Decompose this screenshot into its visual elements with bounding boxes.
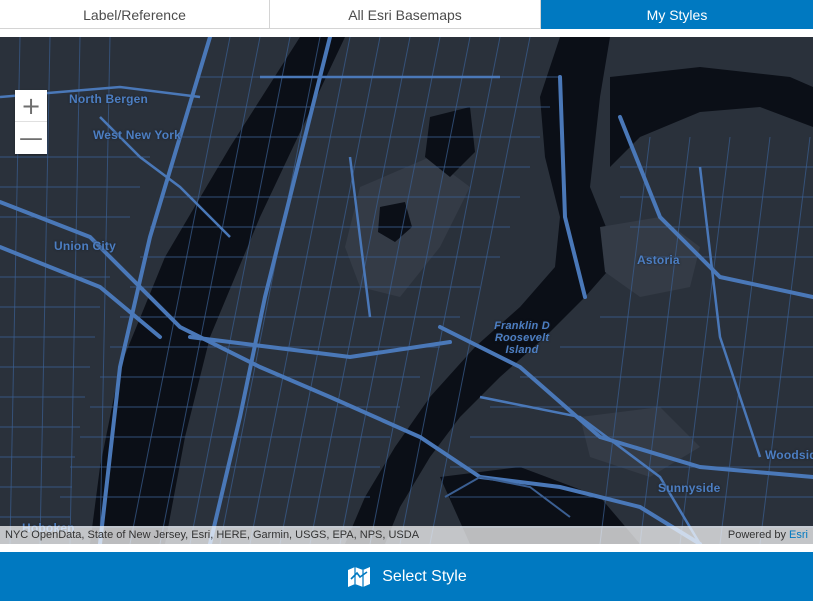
tab-label-reference[interactable]: Label/Reference [0,0,270,29]
tab-all-esri-basemaps[interactable]: All Esri Basemaps [270,0,541,29]
zoom-out-button[interactable]: — [15,122,47,154]
label-roosevelt-line-2: Roosevelt [494,332,550,344]
label-roosevelt-line-1: Franklin D [494,320,550,332]
select-style-button[interactable]: Select Style [0,552,813,601]
label-west-new-york: West New York [93,128,181,142]
label-sunnyside: Sunnyside [658,481,721,495]
powered-by-text: Powered by [727,529,786,541]
label-union-city: Union City [54,239,116,253]
select-style-label: Select Style [382,567,467,585]
label-roosevelt-line-3: Island [505,344,539,356]
zoom-in-button[interactable]: + [15,90,47,122]
zoom-control: + — [15,90,47,154]
label-woodside: Woodsid [765,448,813,462]
attribution-sources: NYC OpenData, State of New Jersey, Esri,… [5,529,420,541]
esri-link[interactable]: Esri [789,529,808,541]
tab-my-styles[interactable]: My Styles [541,0,813,29]
map-style-icon [348,566,371,587]
label-astoria: Astoria [637,253,680,267]
basemap-canvas [0,37,813,544]
label-roosevelt-island: Franklin D Roosevelt Island [492,320,552,356]
label-north-bergen: North Bergen [69,92,149,106]
map-view[interactable]: + — North Bergen West New York Union Cit… [0,37,813,544]
powered-by: Powered by Esri [728,529,808,541]
map-attribution: NYC OpenData, State of New Jersey, Esri,… [0,526,813,544]
style-tabs: Label/Reference All Esri Basemaps My Sty… [0,0,813,29]
